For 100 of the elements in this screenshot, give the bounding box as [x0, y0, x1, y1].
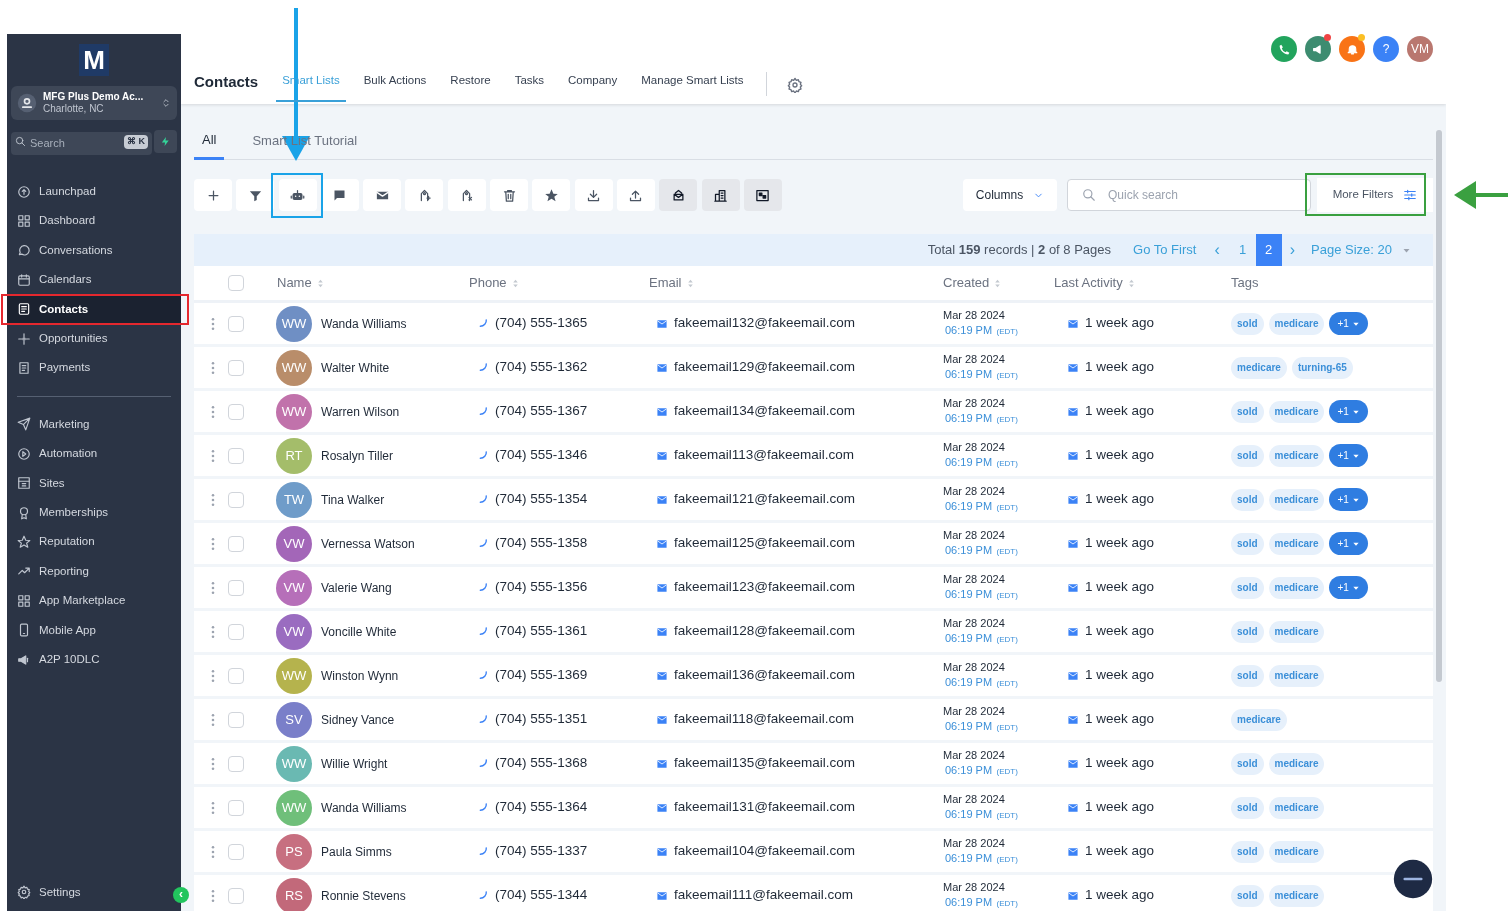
sidebar-item[interactable]: Reputation: [7, 527, 181, 557]
checkbox[interactable]: [228, 535, 244, 552]
checkbox[interactable]: [228, 359, 244, 376]
tag-chip[interactable]: medicare: [1268, 488, 1325, 511]
toolbar-button[interactable]: [236, 179, 275, 211]
nav-tab[interactable]: Bulk Actions: [361, 70, 429, 103]
checkbox[interactable]: [228, 579, 244, 596]
sidebar-item[interactable]: Marketing: [7, 409, 181, 440]
tag-chip[interactable]: medicare: [1268, 796, 1325, 819]
chat-widget-icon[interactable]: [1393, 859, 1433, 899]
toolbar-button[interactable]: [363, 179, 402, 211]
checkbox[interactable]: [228, 403, 244, 420]
tag-chip[interactable]: sold: [1231, 620, 1264, 643]
toolbar-button[interactable]: [447, 179, 486, 211]
toolbar-button[interactable]: [320, 179, 359, 211]
account-switcher[interactable]: MFG Plus Demo Ac... Charlotte, NC: [11, 86, 177, 120]
page-size-dropdown[interactable]: Page Size: 20: [1311, 240, 1411, 260]
tag-chip[interactable]: turning-65: [1291, 356, 1353, 379]
sidebar-item[interactable]: Mobile App: [7, 615, 181, 645]
more-tags-button[interactable]: +1: [1329, 312, 1368, 335]
phone-button[interactable]: [1271, 36, 1297, 62]
contact-name[interactable]: Paula Simms: [321, 842, 392, 861]
sidebar-item[interactable]: Payments: [7, 353, 181, 383]
tag-chip[interactable]: sold: [1231, 532, 1264, 555]
tag-chip[interactable]: medicare: [1268, 664, 1325, 687]
tag-chip[interactable]: sold: [1231, 400, 1264, 423]
nav-tab[interactable]: Restore: [448, 70, 493, 103]
previous-page-button[interactable]: ‹: [1210, 238, 1224, 262]
tag-chip[interactable]: medicare: [1268, 576, 1325, 599]
search-field[interactable]: Quick search: [1067, 179, 1311, 211]
toolbar-button[interactable]: [532, 179, 571, 211]
toolbar-button[interactable]: [405, 179, 444, 211]
tag-chip[interactable]: sold: [1231, 884, 1264, 907]
more-filters-button[interactable]: More Filters: [1317, 178, 1433, 212]
scrollbar-thumb[interactable]: [1436, 130, 1442, 682]
tag-chip[interactable]: sold: [1231, 576, 1264, 599]
checkbox[interactable]: [228, 711, 244, 728]
contact-name[interactable]: Valerie Wang: [321, 578, 392, 597]
toolbar-button[interactable]: [659, 179, 698, 211]
sidebar-item[interactable]: Automation: [7, 439, 181, 469]
contact-name[interactable]: Vernessa Watson: [321, 534, 415, 553]
tag-chip[interactable]: medicare: [1268, 444, 1325, 467]
settings-item[interactable]: Settings: [17, 883, 81, 901]
tag-chip[interactable]: medicare: [1268, 620, 1325, 643]
tag-chip[interactable]: sold: [1231, 840, 1264, 863]
toolbar-button[interactable]: [743, 179, 782, 211]
sidebar-item[interactable]: Contacts: [7, 294, 181, 324]
sidebar-item[interactable]: Dashboard: [7, 206, 181, 236]
help-button[interactable]: ?: [1373, 36, 1399, 62]
tag-chip[interactable]: sold: [1231, 796, 1264, 819]
contact-name[interactable]: Sidney Vance: [321, 710, 395, 729]
more-tags-button[interactable]: +1: [1329, 400, 1368, 423]
tag-chip[interactable]: medicare: [1268, 752, 1325, 775]
collapse-button[interactable]: ‹: [173, 887, 189, 903]
tag-chip[interactable]: sold: [1231, 444, 1264, 467]
tag-chip[interactable]: sold: [1231, 488, 1264, 511]
tag-chip[interactable]: medicare: [1231, 708, 1287, 731]
page-button[interactable]: 2: [1255, 234, 1282, 266]
checkbox[interactable]: [228, 275, 244, 291]
contact-name[interactable]: Wanda Williams: [321, 314, 407, 333]
user-avatar[interactable]: VM: [1407, 36, 1433, 62]
checkbox[interactable]: [228, 755, 244, 772]
checkbox[interactable]: [228, 843, 244, 860]
tag-chip[interactable]: medicare: [1268, 532, 1325, 555]
sidebar-item[interactable]: Launchpad: [7, 177, 181, 207]
contact-name[interactable]: Tina Walker: [321, 490, 385, 509]
checkbox[interactable]: [228, 887, 244, 904]
columns-dropdown[interactable]: Columns: [963, 179, 1057, 211]
sidebar-item[interactable]: Opportunities: [7, 323, 181, 354]
checkbox[interactable]: [228, 315, 244, 332]
sidebar-item[interactable]: Sites: [7, 468, 181, 498]
announcement-button[interactable]: [1305, 36, 1331, 62]
sidebar-item[interactable]: Conversations: [7, 235, 181, 266]
contact-name[interactable]: Warren Wilson: [321, 402, 400, 421]
checkbox[interactable]: [228, 799, 244, 816]
page-button[interactable]: 1: [1229, 234, 1256, 266]
sidebar-item[interactable]: A2P 10DLC: [7, 644, 181, 675]
contact-name[interactable]: Rosalyn Tiller: [321, 446, 394, 465]
contact-name[interactable]: Winston Wynn: [321, 666, 399, 685]
checkbox[interactable]: [228, 491, 244, 508]
checkbox[interactable]: [228, 623, 244, 640]
more-tags-button[interactable]: +1: [1329, 576, 1368, 599]
checkbox[interactable]: [228, 667, 244, 684]
contact-name[interactable]: Walter White: [321, 358, 390, 377]
toolbar-button[interactable]: [574, 179, 613, 211]
more-tags-button[interactable]: +1: [1329, 444, 1368, 467]
sidebar-item[interactable]: App Marketplace: [7, 586, 181, 616]
tag-chip[interactable]: medicare: [1268, 312, 1325, 335]
quick-action-button[interactable]: [154, 130, 177, 153]
contact-name[interactable]: Voncille White: [321, 622, 397, 641]
nav-tab[interactable]: Manage Smart Lists: [639, 70, 746, 103]
notification-button[interactable]: [1339, 36, 1365, 62]
list-tab[interactable]: All: [194, 130, 225, 160]
tag-chip[interactable]: medicare: [1268, 840, 1325, 863]
tag-chip[interactable]: sold: [1231, 312, 1264, 335]
sidebar-item[interactable]: Memberships: [7, 497, 181, 528]
more-tags-button[interactable]: +1: [1329, 532, 1368, 555]
tag-chip[interactable]: medicare: [1268, 884, 1325, 907]
tag-chip[interactable]: sold: [1231, 752, 1264, 775]
toolbar-button[interactable]: [701, 179, 740, 211]
